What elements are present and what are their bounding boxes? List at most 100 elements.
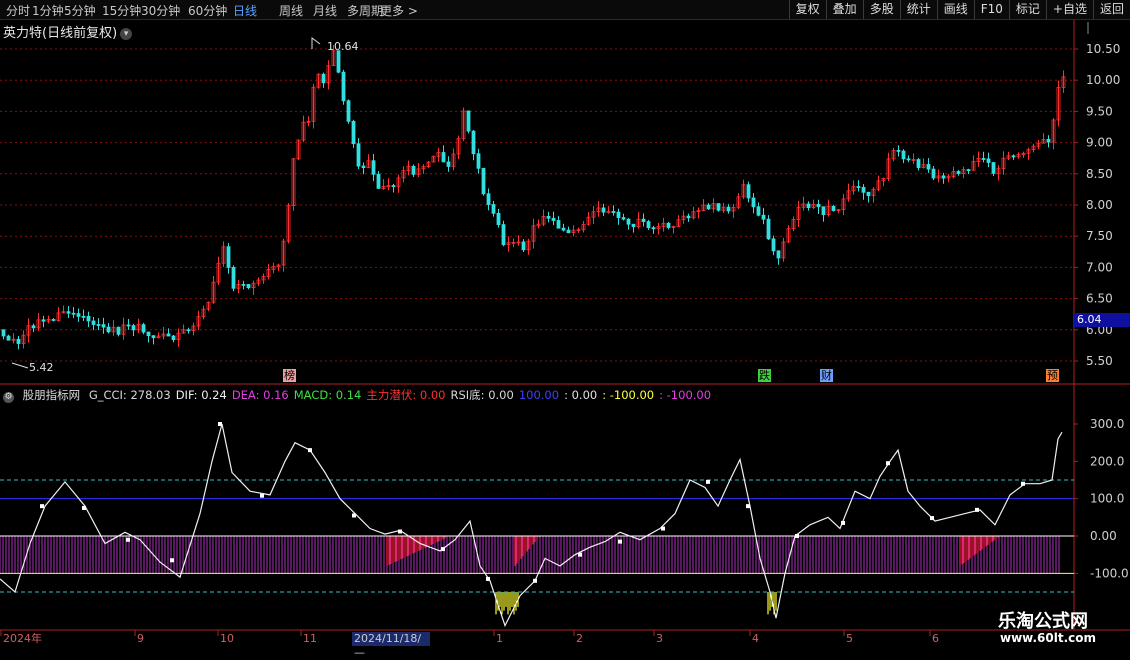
date-label: 4 [752, 632, 759, 645]
candle-body [866, 191, 871, 197]
indicator-value-9: : -100.00 [659, 388, 712, 402]
cci-marker [578, 552, 582, 557]
candle-body [806, 203, 811, 209]
price-tick-label: 6.50 [1086, 292, 1113, 306]
candle-body [241, 284, 246, 286]
candle-body [651, 227, 656, 230]
candle-body [901, 150, 906, 160]
candle-body [376, 173, 381, 189]
cci-marker [746, 504, 750, 509]
candle-body [361, 165, 366, 168]
event-marker-2[interactable]: 财 [820, 369, 833, 382]
cci-marker [930, 516, 934, 521]
indicator-value-4: 主力潜伏: 0.00 [366, 388, 446, 402]
candle-body [226, 246, 231, 268]
price-tick-label: 10.50 [1086, 42, 1120, 56]
candle-body [626, 218, 631, 225]
event-marker-0[interactable]: 榜 [283, 369, 296, 382]
candle-body [561, 227, 566, 231]
cci-marker [618, 539, 622, 544]
price-tick-label: 7.50 [1086, 229, 1113, 243]
candle-body [356, 143, 361, 167]
gear-icon[interactable]: ⚙ [3, 392, 14, 403]
candle-body [81, 315, 86, 318]
candle-body [861, 186, 866, 193]
candle-body [646, 221, 651, 229]
cci-marker [40, 504, 44, 509]
cci-line [0, 423, 1063, 628]
candle-body [556, 220, 561, 229]
indicator-value-0: G_CCI: 278.03 [88, 388, 171, 402]
date-label: 1 [496, 632, 503, 645]
candle-body [131, 325, 136, 331]
date-label: 9 [137, 632, 144, 645]
candle-body [411, 165, 416, 175]
candle-body [231, 267, 236, 289]
cci-marker [795, 534, 799, 538]
candle-body [766, 218, 771, 240]
candle-body [546, 215, 551, 219]
candle-body [856, 186, 861, 188]
price-tick-label: 8.00 [1086, 198, 1113, 212]
event-marker-3[interactable]: 预 [1046, 369, 1059, 382]
candle-body [641, 218, 646, 223]
date-label: 3 [656, 632, 663, 645]
candle-body [816, 204, 821, 208]
cci-marker [1021, 481, 1025, 486]
candle-body [496, 212, 501, 226]
candle-body [41, 319, 46, 322]
candle-body [116, 326, 121, 335]
price-tick-label: 8.50 [1086, 167, 1113, 181]
candle-body [91, 320, 96, 325]
candle-body [341, 71, 346, 102]
candle-body [101, 324, 106, 328]
candle-body [16, 338, 21, 344]
candle-body [86, 315, 91, 322]
high-annotation: 10.64 [327, 40, 359, 53]
candle-body [71, 312, 76, 315]
indicator-tick-label: 100.0 [1090, 492, 1124, 506]
candle-body [991, 162, 996, 174]
indicator-value-2: DEA: 0.16 [231, 388, 289, 402]
cci-marker [886, 461, 890, 466]
candle-body [551, 217, 556, 221]
candle-body [686, 215, 691, 219]
price-tick-label: 7.00 [1086, 260, 1113, 274]
indicator-legend[interactable]: ⚙ 股朋指标网 G_CCI: 278.03 DIF: 0.24 DEA: 0.16 M… [3, 387, 716, 403]
candle-body [481, 167, 486, 195]
candle-body [76, 313, 81, 317]
candle-body [716, 203, 721, 211]
candle-body [931, 168, 936, 179]
price-tick-label: 9.00 [1086, 136, 1113, 150]
cci-marker [218, 422, 222, 427]
candle-body [601, 207, 606, 213]
candle-body [446, 161, 451, 167]
watermark-title: 乐淘公式网 [998, 611, 1088, 632]
candle-body [566, 229, 571, 234]
kline-chart[interactable]: 10.5010.009.509.008.508.007.507.006.506.… [0, 0, 1130, 650]
indicator-value-8: : -100.00 [602, 388, 655, 402]
candle-body [966, 169, 971, 171]
candle-body [926, 164, 931, 170]
candle-body [66, 311, 71, 314]
candle-body [501, 224, 506, 246]
candle-body [146, 331, 151, 337]
candle-body [31, 325, 36, 329]
current-price-box: 6.04 [1074, 313, 1130, 327]
cci-marker [260, 493, 264, 498]
cci-marker [126, 537, 130, 542]
candle-body [351, 120, 356, 145]
cci-marker [661, 526, 665, 531]
cci-marker [398, 529, 402, 534]
candle-body [821, 206, 826, 215]
indicator-tick-label: 0.00 [1090, 529, 1117, 543]
indicator-value-6: 100.00 [518, 388, 560, 402]
candle-body [751, 197, 756, 208]
cci-marker [82, 506, 86, 511]
event-marker-1[interactable]: 跌 [758, 369, 771, 382]
price-tick-label: 5.50 [1086, 354, 1113, 368]
candle-body [666, 222, 671, 228]
date-label: 6 [932, 632, 939, 645]
candle-body [521, 241, 526, 251]
cci-marker [975, 507, 979, 512]
